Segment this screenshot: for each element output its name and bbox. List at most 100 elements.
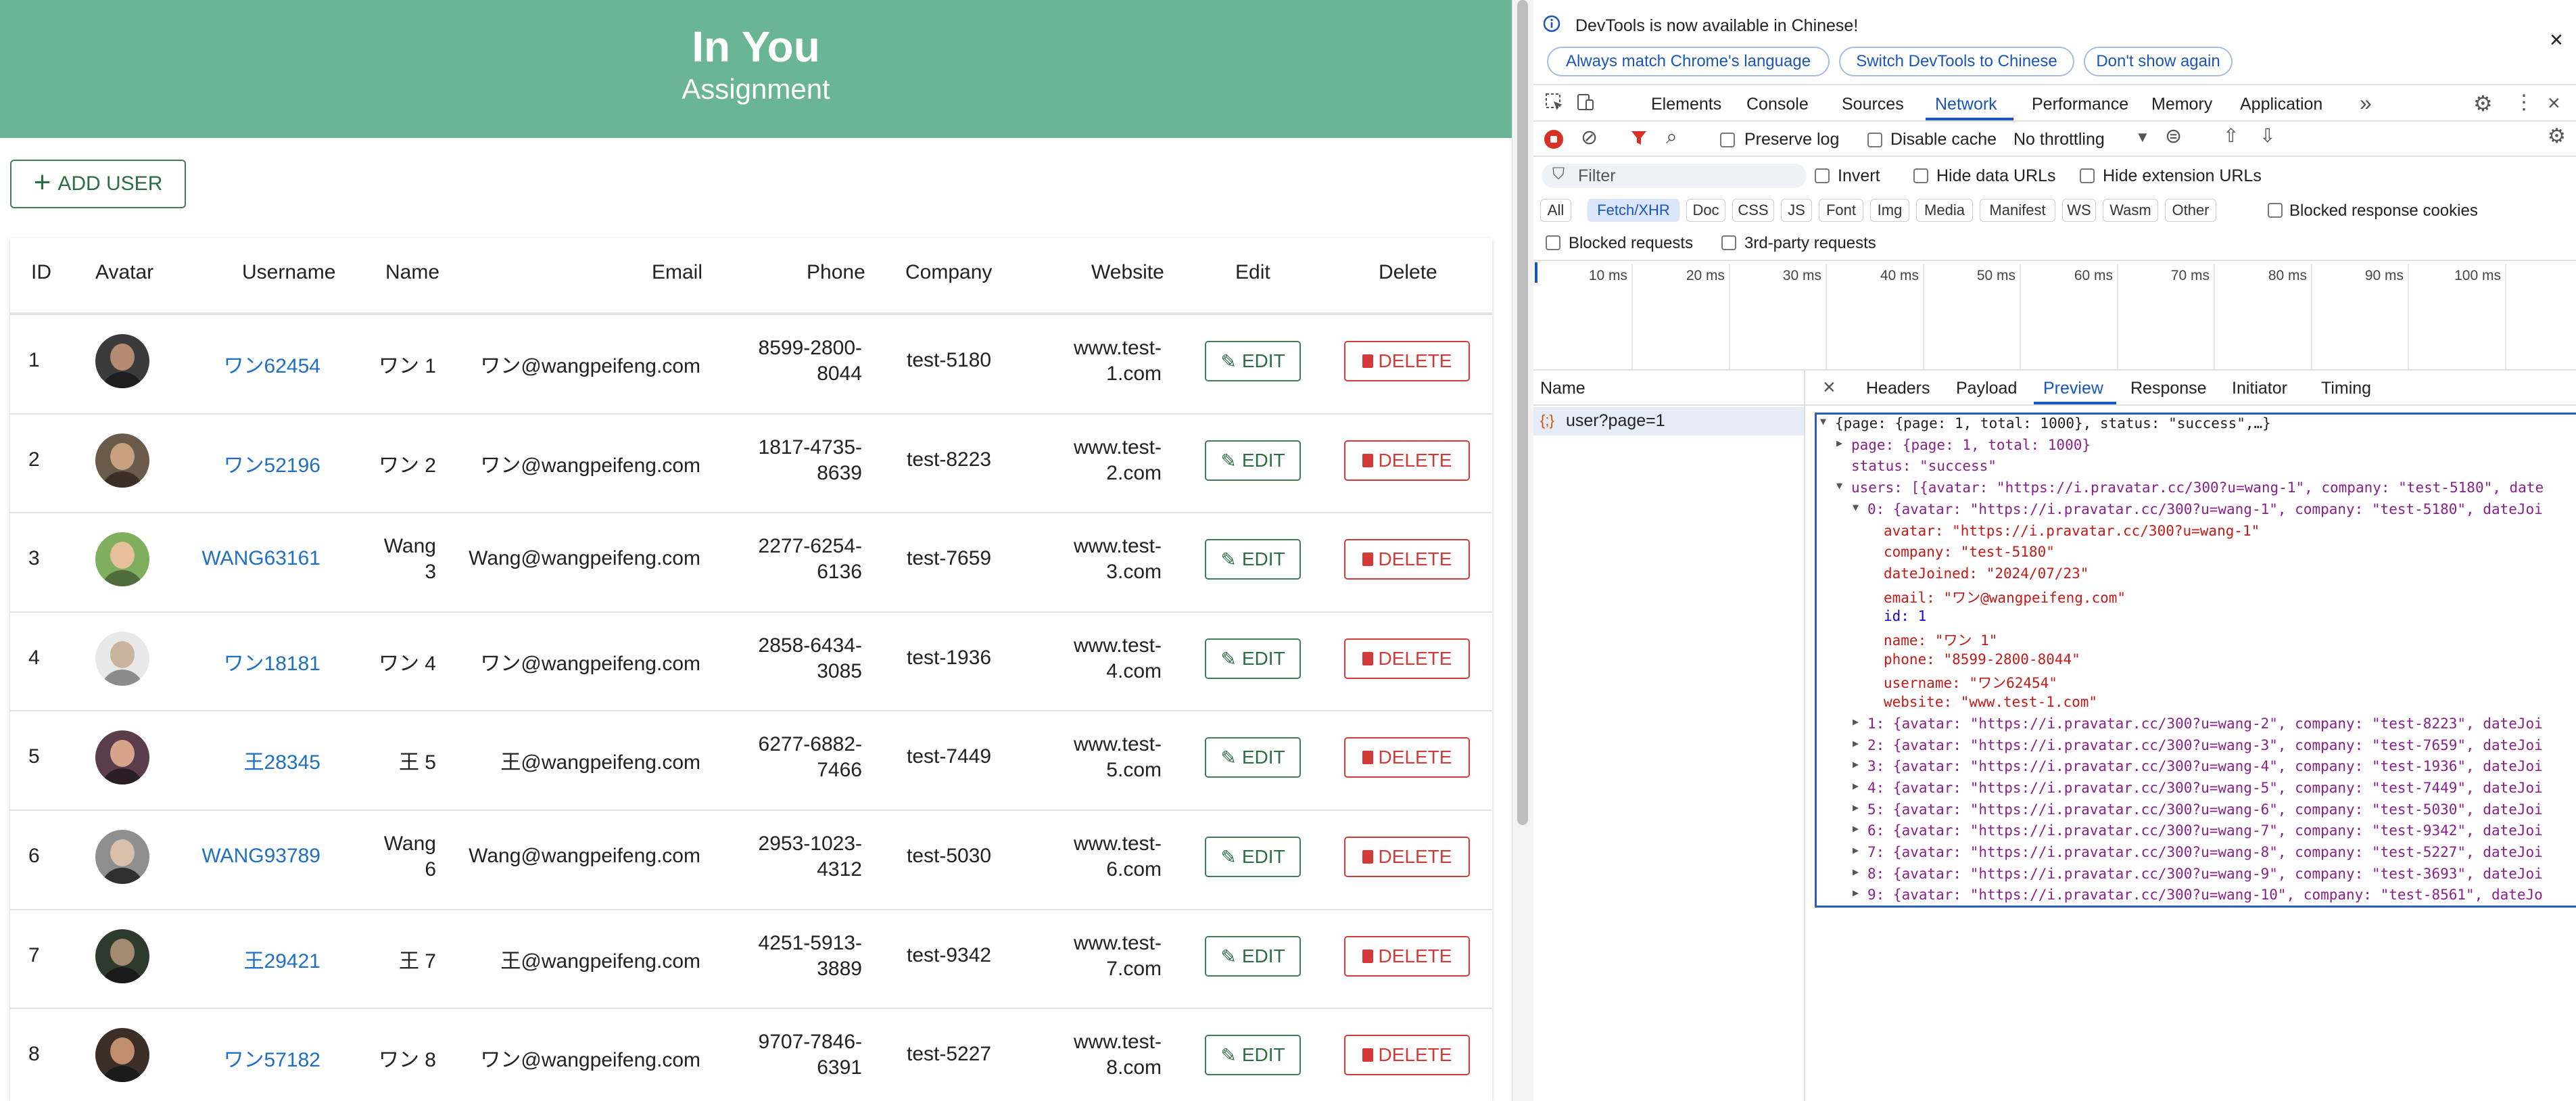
delete-button[interactable]: DELETE	[1344, 837, 1470, 877]
chip-img[interactable]: Img	[1870, 199, 1909, 222]
kebab-menu-icon[interactable]: ⋮	[2514, 91, 2534, 114]
cell-username-link[interactable]: ワン18181	[224, 647, 320, 676]
preview-json-line[interactable]: 9: {avatar: "https://i.pravatar.cc/300?u…	[1867, 887, 2543, 903]
hide-data-urls-checkbox[interactable]	[1913, 168, 1928, 183]
third-party-requests-checkbox[interactable]	[1721, 235, 1736, 250]
chip-doc[interactable]: Doc	[1686, 199, 1725, 222]
tab-elements[interactable]: Elements	[1651, 95, 1721, 114]
chevron-down-icon[interactable]: ▼	[2135, 128, 2150, 146]
preview-json-line[interactable]: 8: {avatar: "https://i.pravatar.cc/300?u…	[1867, 866, 2543, 882]
cell-username-link[interactable]: ワン62454	[224, 349, 320, 379]
collapsed-triangle-icon[interactable]: ▶	[1853, 866, 1859, 878]
expanded-triangle-icon[interactable]: ▼	[1836, 479, 1842, 492]
edit-button[interactable]: ✎ EDIT	[1205, 737, 1301, 778]
close-devtools-icon[interactable]: ×	[2548, 91, 2560, 116]
detail-tab-initiator[interactable]: Initiator	[2232, 379, 2287, 398]
preview-json-line[interactable]: 2: {avatar: "https://i.pravatar.cc/300?u…	[1867, 737, 2543, 753]
record-stop-icon[interactable]	[1544, 130, 1563, 149]
edit-button[interactable]: ✎ EDIT	[1205, 837, 1301, 877]
collapsed-triangle-icon[interactable]: ▶	[1853, 780, 1859, 792]
throttling-select[interactable]: No throttling	[2013, 130, 2105, 149]
delete-button[interactable]: DELETE	[1344, 341, 1470, 381]
collapsed-triangle-icon[interactable]: ▶	[1853, 801, 1859, 814]
cell-username-link[interactable]: WANG63161	[201, 547, 320, 570]
search-icon[interactable]: ⌕	[1666, 126, 1677, 149]
hide-extension-urls-checkbox[interactable]	[2080, 168, 2095, 183]
cell-username-link[interactable]: 王29421	[244, 944, 320, 974]
delete-button[interactable]: DELETE	[1344, 737, 1470, 778]
delete-button[interactable]: DELETE	[1344, 1035, 1470, 1075]
cell-username-link[interactable]: ワン52196	[224, 448, 320, 478]
filter-funnel-icon[interactable]	[1629, 128, 1648, 152]
settings-gear-icon[interactable]: ⚙	[2473, 91, 2493, 116]
device-toolbar-icon[interactable]	[1575, 92, 1596, 117]
chip-other[interactable]: Other	[2165, 199, 2216, 222]
preview-json-line[interactable]: 3: {avatar: "https://i.pravatar.cc/300?u…	[1867, 758, 2543, 774]
cell-username-link[interactable]: WANG93789	[201, 845, 320, 868]
chip-fetch-xhr[interactable]: Fetch/XHR	[1588, 199, 1679, 222]
close-banner-icon[interactable]: ×	[2550, 27, 2563, 53]
detail-tab-preview[interactable]: Preview	[2043, 379, 2103, 398]
switch-to-chinese-button[interactable]: Switch DevTools to Chinese	[1839, 47, 2074, 76]
chip-media[interactable]: Media	[1916, 199, 1973, 222]
delete-button[interactable]: DELETE	[1344, 539, 1470, 580]
detail-tab-payload[interactable]: Payload	[1956, 379, 2017, 398]
preview-json-line[interactable]: 1: {avatar: "https://i.pravatar.cc/300?u…	[1867, 716, 2543, 732]
preview-json-line[interactable]: 0: {avatar: "https://i.pravatar.cc/300?u…	[1867, 501, 2543, 517]
edit-button[interactable]: ✎ EDIT	[1205, 440, 1301, 481]
preview-json-line[interactable]: 6: {avatar: "https://i.pravatar.cc/300?u…	[1867, 822, 2543, 839]
preserve-log-checkbox[interactable]	[1720, 133, 1735, 147]
network-settings-gear-icon[interactable]: ⚙	[2548, 124, 2566, 148]
collapsed-triangle-icon[interactable]: ▶	[1853, 844, 1859, 856]
preview-json-line[interactable]: users: [{avatar: "https://i.pravatar.cc/…	[1851, 479, 2544, 496]
more-tabs-icon[interactable]: »	[2360, 91, 2372, 116]
edit-button[interactable]: ✎ EDIT	[1205, 1035, 1301, 1075]
tab-console[interactable]: Console	[1746, 95, 1809, 114]
detail-tab-headers[interactable]: Headers	[1866, 379, 1930, 398]
cell-username-link[interactable]: ワン57182	[224, 1043, 320, 1073]
chip-all[interactable]: All	[1540, 199, 1571, 222]
chip-css[interactable]: CSS	[1732, 199, 1774, 222]
tab-sources[interactable]: Sources	[1842, 95, 1904, 114]
tab-application[interactable]: Application	[2240, 95, 2322, 114]
chip-manifest[interactable]: Manifest	[1980, 199, 2055, 222]
network-conditions-icon[interactable]: ⊜	[2165, 124, 2182, 148]
add-user-button[interactable]: + ADD USER	[10, 160, 186, 208]
collapsed-triangle-icon[interactable]: ▶	[1836, 437, 1842, 449]
close-detail-icon[interactable]: ×	[1823, 375, 1836, 400]
preview-json-line[interactable]: {page: {page: 1, total: 1000}, status: "…	[1835, 415, 2271, 431]
clear-icon[interactable]: ⊘	[1581, 126, 1598, 149]
edit-button[interactable]: ✎ EDIT	[1205, 936, 1301, 977]
tab-performance[interactable]: Performance	[2032, 95, 2128, 114]
preview-json-line[interactable]: 4: {avatar: "https://i.pravatar.cc/300?u…	[1867, 780, 2543, 796]
tab-network[interactable]: Network	[1935, 95, 1997, 114]
chip-font[interactable]: Font	[1819, 199, 1863, 222]
chip-ws[interactable]: WS	[2062, 199, 2096, 222]
collapsed-triangle-icon[interactable]: ▶	[1853, 887, 1859, 899]
detail-tab-timing[interactable]: Timing	[2321, 379, 2371, 398]
blocked-requests-checkbox[interactable]	[1546, 235, 1560, 250]
tab-memory[interactable]: Memory	[2151, 95, 2212, 114]
delete-button[interactable]: DELETE	[1344, 936, 1470, 977]
disable-cache-checkbox[interactable]	[1867, 133, 1882, 147]
chip-js[interactable]: JS	[1781, 199, 1812, 222]
preview-json-line[interactable]: page: {page: 1, total: 1000}	[1851, 437, 2091, 453]
edit-button[interactable]: ✎ EDIT	[1205, 638, 1301, 679]
collapsed-triangle-icon[interactable]: ▶	[1853, 758, 1859, 770]
delete-button[interactable]: DELETE	[1344, 638, 1470, 679]
dont-show-again-button[interactable]: Don't show again	[2084, 47, 2233, 76]
invert-checkbox[interactable]	[1815, 168, 1830, 183]
detail-tab-response[interactable]: Response	[2130, 379, 2207, 398]
name-column-header[interactable]: Name	[1540, 379, 1585, 398]
always-match-language-button[interactable]: Always match Chrome's language	[1547, 47, 1830, 76]
inspect-element-icon[interactable]	[1544, 92, 1565, 117]
export-har-icon[interactable]: ⇩	[2260, 124, 2275, 147]
expanded-triangle-icon[interactable]: ▼	[1820, 415, 1826, 427]
preview-json-line[interactable]: 5: {avatar: "https://i.pravatar.cc/300?u…	[1867, 801, 2543, 818]
blocked-response-cookies-checkbox[interactable]	[2268, 203, 2283, 218]
expanded-triangle-icon[interactable]: ▼	[1853, 501, 1859, 513]
edit-button[interactable]: ✎ EDIT	[1205, 341, 1301, 381]
delete-button[interactable]: DELETE	[1344, 440, 1470, 481]
import-har-icon[interactable]: ⇧	[2223, 124, 2239, 147]
cell-username-link[interactable]: 王28345	[244, 745, 320, 775]
